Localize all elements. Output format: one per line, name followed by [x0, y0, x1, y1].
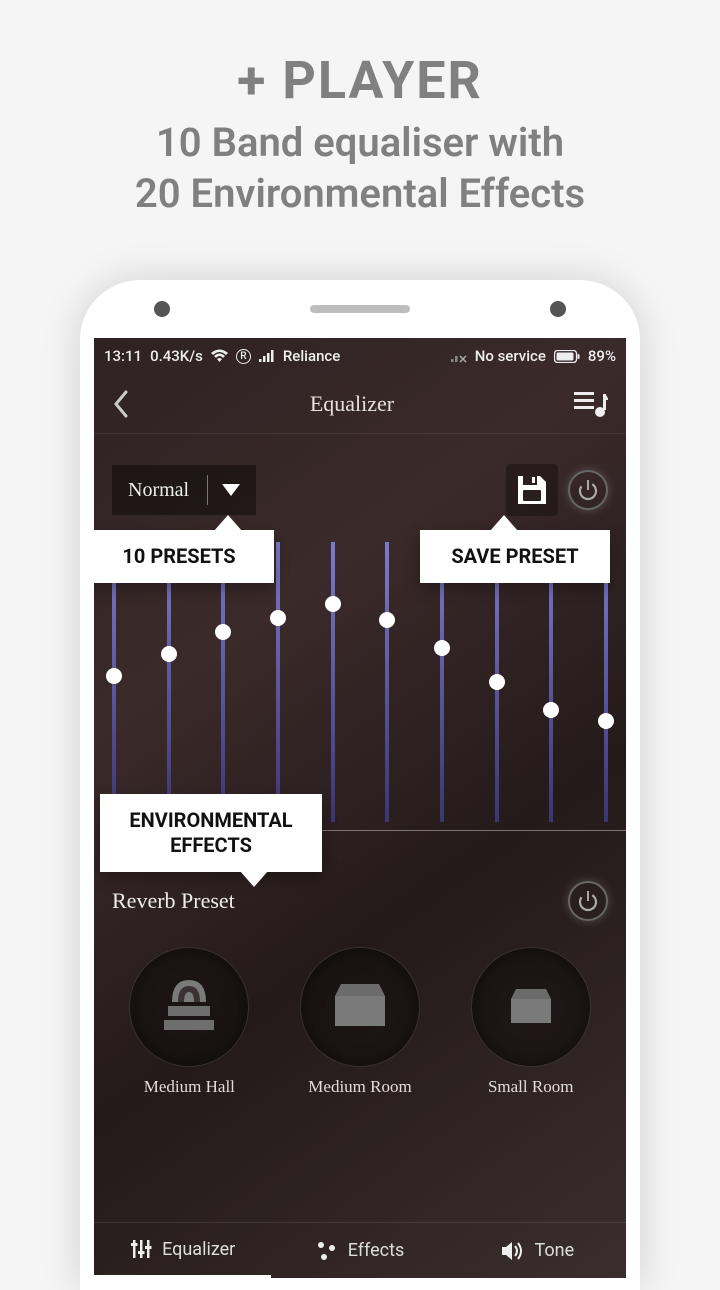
eq-band-slider[interactable] [331, 542, 335, 822]
eq-band-slider[interactable] [549, 542, 553, 822]
tab-label: Tone [535, 1240, 575, 1261]
reverb-option-label: Medium Hall [112, 1077, 267, 1097]
status-time: 13:11 [104, 347, 142, 365]
callout-save-preset: SAVE PRESET [420, 530, 610, 583]
reverb-section: Reverb Preset Medium Hall Medium Room [94, 841, 626, 1097]
eq-band-slider[interactable] [440, 542, 444, 822]
eq-power-toggle[interactable] [568, 470, 608, 510]
eq-band-knob[interactable] [489, 674, 505, 690]
battery-icon [554, 350, 580, 363]
title-bar: Equalizer [94, 374, 626, 434]
eq-band-knob[interactable] [215, 624, 231, 640]
reverb-option-medium-hall[interactable]: Medium Hall [112, 947, 267, 1097]
eq-band-knob[interactable] [106, 668, 122, 684]
status-speed: 0.43K/s [150, 347, 203, 365]
back-button[interactable] [112, 390, 130, 418]
reverb-option-label: Medium Room [283, 1077, 438, 1097]
eq-band-slider[interactable] [604, 542, 608, 822]
now-playing-button[interactable] [574, 390, 608, 418]
hall-icon [160, 976, 218, 1038]
signal-icon [259, 350, 275, 363]
status-carrier: Reliance [283, 347, 340, 365]
preset-row: Normal [94, 434, 626, 516]
reverb-option-small-room[interactable]: Small Room [453, 947, 608, 1097]
eq-band-knob[interactable] [434, 640, 450, 656]
eq-band-knob[interactable] [325, 596, 341, 612]
wifi-icon [211, 349, 228, 363]
callout-text: 10 PRESETS [122, 544, 235, 568]
promo-subtitle-1: 10 Band equaliser with [20, 119, 700, 166]
tab-equalizer[interactable]: Equalizer [94, 1223, 271, 1278]
divider [207, 475, 208, 505]
eq-band-slider[interactable] [276, 542, 280, 822]
phone-screen: 13:11 0.43K/s R Reliance No service [94, 338, 626, 1278]
reverb-option-medium-room[interactable]: Medium Room [283, 947, 438, 1097]
phone-frame: 13:11 0.43K/s R Reliance No service [80, 280, 640, 1290]
callout-presets: 10 PRESETS [94, 530, 274, 583]
eq-band-slider[interactable] [112, 542, 116, 822]
room-icon [329, 982, 391, 1032]
front-camera-icon [154, 301, 170, 317]
tab-label: Equalizer [162, 1239, 235, 1260]
eq-band-knob[interactable] [161, 646, 177, 662]
chevron-down-icon [222, 484, 240, 496]
effects-icon [316, 1240, 338, 1262]
registered-icon: R [236, 349, 251, 364]
earpiece-icon [310, 305, 410, 313]
status-bar: 13:11 0.43K/s R Reliance No service [94, 338, 626, 374]
reverb-option-label: Small Room [453, 1077, 608, 1097]
tab-tone[interactable]: Tone [449, 1223, 626, 1278]
eq-band-knob[interactable] [379, 612, 395, 628]
page-title: Equalizer [130, 391, 574, 417]
eq-bands [112, 542, 608, 822]
eq-band-knob[interactable] [270, 610, 286, 626]
speaker-icon [501, 1240, 525, 1262]
eq-band-slider[interactable] [221, 542, 225, 822]
eq-band-slider[interactable] [495, 542, 499, 822]
signal2-icon [451, 350, 467, 363]
promo-title: + PLAYER [20, 50, 700, 111]
bottom-tabs: Equalizer Effects Tone [94, 1222, 626, 1278]
sensor-icon [550, 301, 566, 317]
status-service: No service [475, 347, 546, 365]
save-preset-button[interactable] [506, 464, 558, 516]
promo-header: + PLAYER 10 Band equaliser with 20 Envir… [0, 0, 720, 237]
tab-effects[interactable]: Effects [271, 1223, 448, 1278]
small-room-icon [506, 987, 556, 1027]
phone-notch [80, 280, 640, 338]
reverb-title: Reverb Preset [112, 888, 235, 914]
sliders-icon [130, 1238, 152, 1260]
status-battery: 89% [588, 347, 616, 365]
eq-band-slider[interactable] [385, 542, 389, 822]
callout-environmental: ENVIRONMENTAL EFFECTS [100, 794, 322, 872]
eq-band-slider[interactable] [167, 542, 171, 822]
eq-band-knob[interactable] [543, 702, 559, 718]
callout-text: ENVIRONMENTAL EFFECTS [129, 808, 292, 857]
callout-text: SAVE PRESET [451, 544, 578, 568]
preset-dropdown[interactable]: Normal [112, 465, 256, 515]
promo-subtitle-2: 20 Environmental Effects [20, 170, 700, 217]
eq-band-knob[interactable] [598, 713, 614, 729]
reverb-power-toggle[interactable] [568, 881, 608, 921]
preset-selected-label: Normal [128, 479, 189, 502]
tab-label: Effects [348, 1240, 405, 1261]
